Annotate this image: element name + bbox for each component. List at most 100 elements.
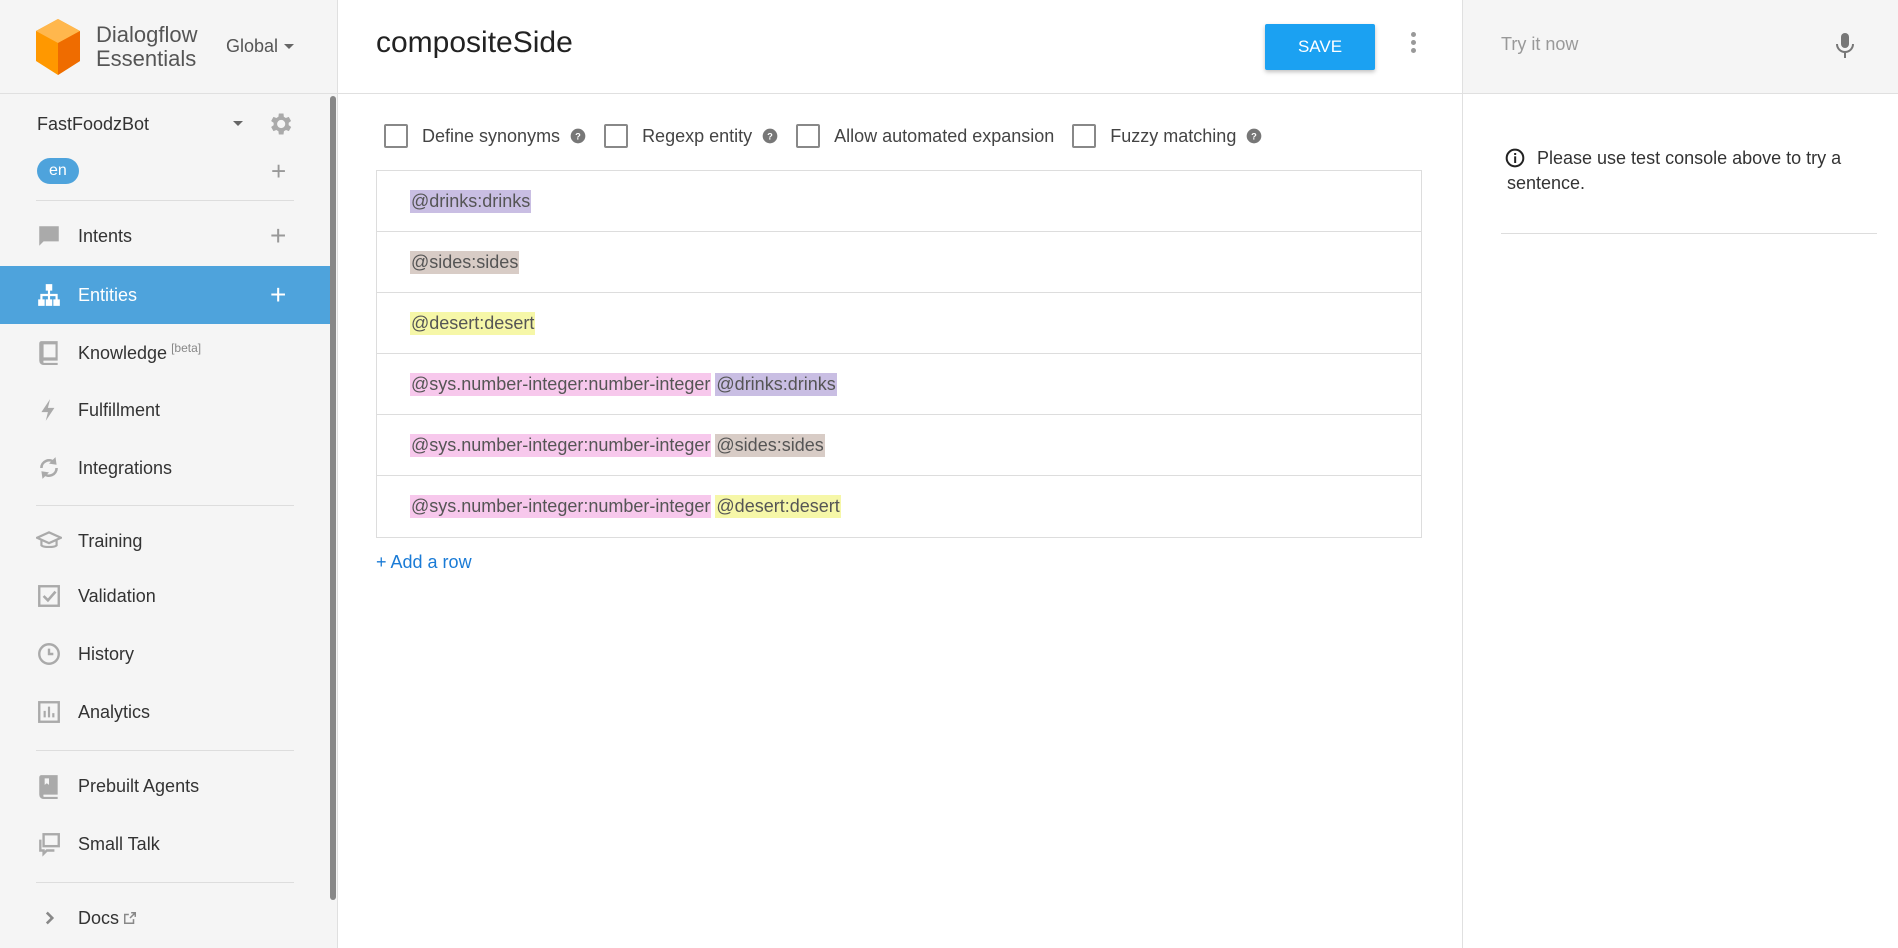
console-hint-text: Please use test console above to try a s…	[1507, 148, 1842, 193]
entity-reference-chip[interactable]: @sys.number-integer:number-integer	[410, 433, 712, 457]
sidebar-item-fulfillment[interactable]: Fulfillment	[0, 381, 330, 439]
sidebar-item-label: Entities	[78, 284, 138, 305]
sidebar-item-label: Integrations	[78, 457, 173, 478]
table-row[interactable]: @sides:sides	[377, 232, 1421, 293]
fuzzy-matching-checkbox[interactable]	[1072, 124, 1097, 148]
test-console-panel: Please use test console above to try a s…	[1462, 0, 1898, 948]
sidebar-item-entities[interactable]: Entities +	[0, 266, 330, 324]
divider	[36, 505, 294, 506]
define-synonyms-checkbox[interactable]	[384, 124, 408, 148]
sidebar-item-label: Docs	[78, 907, 120, 928]
dialogflow-logo[interactable]	[34, 17, 82, 77]
agent-selector[interactable]: FastFoodzBot	[37, 112, 307, 136]
help-icon[interactable]: ?	[762, 128, 778, 144]
sidebar-item-history[interactable]: History	[0, 625, 330, 683]
chat-windows-icon	[39, 833, 60, 857]
beta-tag: [beta]	[171, 340, 202, 355]
sidebar-item-validation[interactable]: Validation	[0, 567, 330, 625]
knowledge-label: Knowledge	[78, 342, 168, 363]
define-synonyms-label: Define synonyms	[422, 125, 561, 146]
entity-reference-chip[interactable]: @desert:desert	[715, 495, 841, 518]
entity-name[interactable]: compositeSide	[376, 26, 573, 60]
brand-header: Dialogflow Essentials Global	[0, 0, 337, 94]
sidebar-item-integrations[interactable]: Integrations	[0, 439, 330, 497]
add-row-link[interactable]: + Add a row	[376, 552, 472, 573]
add-language-icon[interactable]: +	[271, 158, 286, 184]
entity-reference-chip[interactable]: @sides:sides	[410, 250, 520, 274]
graduation-cap-icon	[36, 531, 62, 549]
svg-text:?: ?	[767, 131, 773, 141]
table-row[interactable]: @desert:desert	[377, 293, 1421, 354]
bookmark-book-icon	[39, 775, 58, 799]
table-row[interactable]: @sys.number-integer:number-integer @deser…	[377, 476, 1421, 537]
brand-line-2: Essentials	[96, 45, 197, 71]
svg-text:?: ?	[575, 131, 581, 141]
fuzzy-matching-label: Fuzzy matching	[1110, 125, 1237, 146]
regexp-entity-label: Regexp entity	[642, 125, 753, 146]
more-options-icon[interactable]	[1409, 32, 1417, 56]
table-row[interactable]: @sys.number-integer:number-integer @drink…	[377, 354, 1421, 415]
sidebar-item-training[interactable]: Training	[0, 512, 330, 570]
sidebar-item-label: Knowledge [beta]	[78, 341, 201, 364]
table-row[interactable]: @sys.number-integer:number-integer @sides…	[377, 415, 1421, 476]
entity-reference-chip[interactable]: @drinks:drinks	[410, 189, 532, 213]
bolt-icon	[41, 399, 55, 421]
svg-text:?: ?	[1251, 131, 1257, 141]
regexp-entity-checkbox[interactable]	[604, 124, 629, 148]
help-icon[interactable]: ?	[1246, 128, 1262, 144]
sidebar-item-prebuilt-agents[interactable]: Prebuilt Agents	[0, 757, 330, 815]
automated-expansion-checkbox[interactable]	[796, 124, 821, 148]
microphone-icon[interactable]	[1835, 32, 1855, 60]
try-it-now-input[interactable]	[1501, 34, 1801, 55]
external-link-icon	[124, 911, 137, 925]
sidebar-item-analytics[interactable]: Analytics	[0, 683, 330, 741]
brand-name: Dialogflow Essentials	[96, 22, 198, 71]
clock-icon	[38, 643, 60, 665]
divider	[36, 200, 294, 201]
agent-name[interactable]: FastFoodzBot	[37, 114, 149, 135]
sidebar-item-label: Intents	[78, 225, 133, 246]
sidebar-item-label: History	[78, 643, 135, 664]
gear-icon[interactable]	[266, 110, 294, 138]
bar-chart-icon	[38, 701, 60, 723]
save-button[interactable]: SAVE	[1265, 24, 1375, 70]
sidebar: Dialogflow Essentials Global FastFoodzBo…	[0, 0, 338, 948]
console-hint: Please use test console above to try a s…	[1507, 146, 1867, 196]
sidebar-scrollbar[interactable]	[330, 96, 336, 900]
chevron-down-icon	[284, 44, 295, 49]
sidebar-item-small-talk[interactable]: Small Talk	[0, 815, 330, 873]
entity-reference-chip[interactable]: @desert:desert	[410, 311, 536, 335]
main-content: compositeSide SAVE Define synonyms ? Reg…	[338, 0, 1462, 948]
option-fuzzy-matching: Fuzzy matching ?	[1072, 124, 1262, 148]
hierarchy-icon	[38, 284, 60, 306]
table-row[interactable]: @drinks:drinks	[377, 171, 1421, 232]
automated-expansion-label: Allow automated expansion	[834, 125, 1055, 146]
sidebar-item-knowledge[interactable]: Knowledge [beta]	[0, 323, 330, 381]
book-icon	[39, 341, 58, 365]
sidebar-item-label: Validation	[78, 585, 156, 606]
add-intent-icon[interactable]: +	[270, 222, 286, 250]
language-row: en +	[37, 158, 307, 184]
chevron-down-icon[interactable]	[233, 121, 243, 126]
try-it-now-bar	[1463, 0, 1898, 94]
entity-reference-chip[interactable]: @sys.number-integer:number-integer	[410, 372, 712, 396]
help-icon[interactable]: ?	[570, 128, 586, 144]
option-regexp-entity: Regexp entity ?	[604, 124, 778, 148]
chevron-right-icon	[45, 911, 55, 925]
sidebar-item-docs[interactable]: Docs	[0, 889, 330, 947]
entity-reference-chip[interactable]: @sides:sides	[715, 433, 825, 457]
region-label: Global	[226, 36, 279, 56]
add-entity-icon[interactable]: +	[270, 281, 286, 309]
sidebar-item-label: Analytics	[78, 701, 151, 722]
option-automated-expansion: Allow automated expansion	[796, 124, 1054, 148]
language-badge[interactable]: en	[37, 158, 79, 184]
entity-reference-chip[interactable]: @drinks:drinks	[715, 372, 837, 396]
sidebar-item-intents[interactable]: Intents +	[0, 207, 330, 265]
divider	[36, 750, 294, 751]
sync-icon	[40, 457, 58, 479]
checkbox-icon	[38, 585, 60, 607]
region-selector[interactable]: Global	[226, 36, 295, 57]
entity-reference-chip[interactable]: @sys.number-integer:number-integer	[410, 495, 712, 518]
divider	[1501, 233, 1877, 234]
divider	[36, 882, 294, 883]
